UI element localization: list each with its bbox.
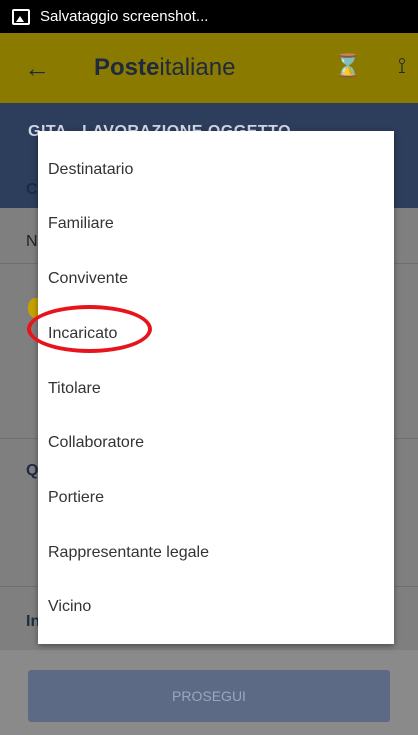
section-n-label: N [26,233,38,250]
recipient-type-dialog: Destinatario Familiare Convivente Incari… [38,131,394,644]
option-titolare[interactable]: Titolare [48,369,101,409]
image-icon [12,8,30,25]
signal-icon[interactable]: ⟟ [398,53,406,79]
prosegui-button[interactable]: PROSEGUI [28,670,390,722]
option-rappresentante-legale[interactable]: Rappresentante legale [48,533,209,573]
back-arrow-icon[interactable]: ← [24,53,64,84]
option-convivente[interactable]: Convivente [48,259,128,299]
option-familiare[interactable]: Familiare [48,204,114,244]
hourglass-icon[interactable]: ⌛ [334,53,361,79]
status-notification: Salvataggio screenshot... [40,8,209,25]
option-vicino[interactable]: Vicino [48,587,91,627]
section-q-label: Q [26,462,39,479]
option-collaboratore[interactable]: Collaboratore [48,423,144,463]
highlight-circle [27,305,152,353]
poste-logo: Posteitaliane [94,54,236,81]
option-destinatario[interactable]: Destinatario [48,150,133,190]
section-c-label: C [26,181,38,198]
option-portiere[interactable]: Portiere [48,478,104,518]
status-bar: Salvataggio screenshot... [0,0,418,33]
app-bar: ← Posteitaliane ⌛ ⟟ [0,33,418,103]
